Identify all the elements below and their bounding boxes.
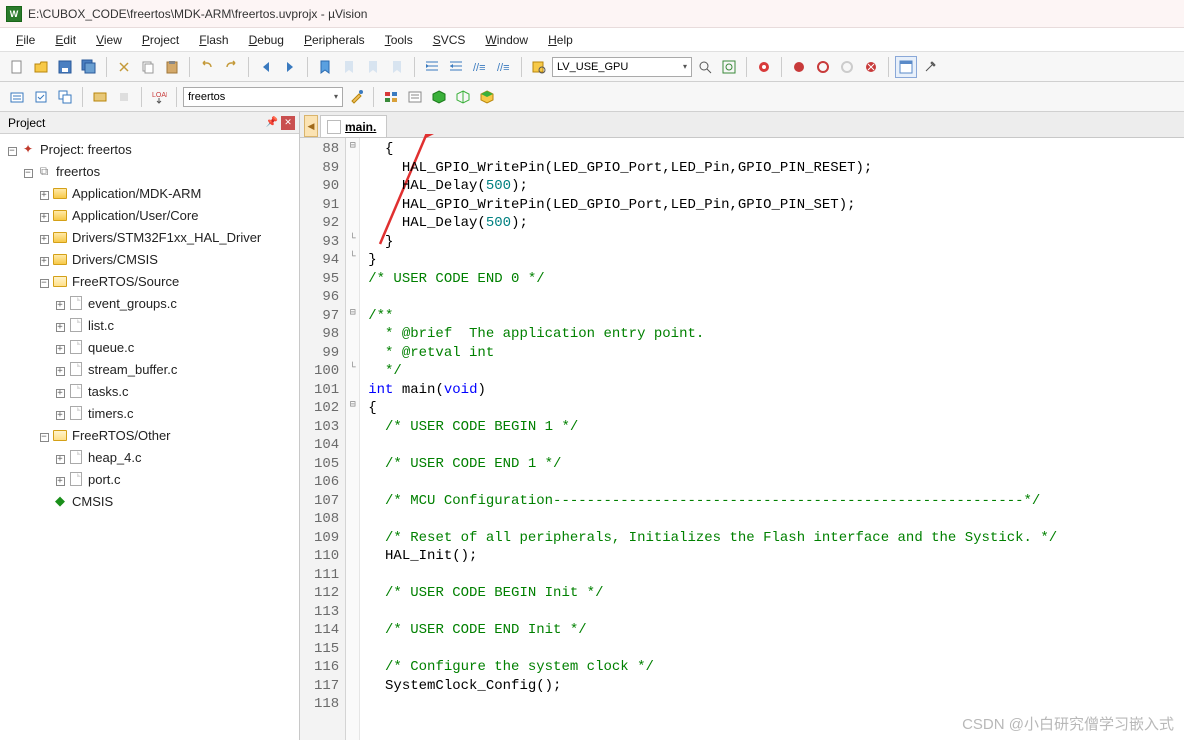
manage-multi-icon[interactable] bbox=[404, 86, 426, 108]
build-icon[interactable] bbox=[30, 86, 52, 108]
comment-icon[interactable]: //≡ bbox=[469, 56, 491, 78]
rebuild-icon[interactable] bbox=[54, 86, 76, 108]
uncomment-icon[interactable]: //≡ bbox=[493, 56, 515, 78]
tab-scroll-left[interactable]: ◀ bbox=[304, 115, 318, 137]
target-options-icon[interactable] bbox=[345, 86, 367, 108]
file-icon bbox=[327, 120, 341, 134]
editor-area: ◀ main. 88899091929394959697989910010110… bbox=[300, 112, 1184, 740]
editor-tab-bar: ◀ main. bbox=[300, 112, 1184, 138]
project-panel: Project 📌 ✕ −✦Project: freertos−⧉freerto… bbox=[0, 112, 300, 740]
menu-file[interactable]: File bbox=[8, 31, 43, 49]
menu-help[interactable]: Help bbox=[540, 31, 581, 49]
stop-build-icon[interactable] bbox=[113, 86, 135, 108]
outdent-icon[interactable] bbox=[445, 56, 467, 78]
menu-svcs[interactable]: SVCS bbox=[425, 31, 474, 49]
project-panel-header: Project 📌 ✕ bbox=[0, 112, 299, 134]
bookmark-icon[interactable] bbox=[314, 56, 336, 78]
save-icon[interactable] bbox=[54, 56, 76, 78]
toolbar-main: //≡ //≡ LV_USE_GPU▾ bbox=[0, 52, 1184, 82]
tree-item[interactable]: +port.c bbox=[2, 468, 297, 490]
manage-project-icon[interactable] bbox=[380, 86, 402, 108]
menu-view[interactable]: View bbox=[88, 31, 130, 49]
panel-title: Project bbox=[8, 116, 45, 130]
tree-item[interactable]: +tasks.c bbox=[2, 380, 297, 402]
project-tree[interactable]: −✦Project: freertos−⧉freertos+Applicatio… bbox=[0, 134, 299, 740]
menu-edit[interactable]: Edit bbox=[47, 31, 84, 49]
pin-icon[interactable]: 📌 bbox=[265, 116, 279, 130]
nav-back-icon[interactable] bbox=[255, 56, 277, 78]
tree-item[interactable]: +heap_4.c bbox=[2, 446, 297, 468]
tree-item[interactable]: +Drivers/STM32F1xx_HAL_Driver bbox=[2, 226, 297, 248]
redo-icon[interactable] bbox=[220, 56, 242, 78]
incremental-find-icon[interactable] bbox=[718, 56, 740, 78]
code-editor[interactable]: 8889909192939495969798991001011021031041… bbox=[300, 138, 1184, 740]
tree-item[interactable]: +list.c bbox=[2, 314, 297, 336]
window-title: E:\CUBOX_CODE\freertos\MDK-ARM\freertos.… bbox=[28, 7, 367, 21]
menu-project[interactable]: Project bbox=[134, 31, 187, 49]
app-icon: W bbox=[6, 6, 22, 22]
batch-build-icon[interactable] bbox=[89, 86, 111, 108]
runtime-env-icon[interactable] bbox=[476, 86, 498, 108]
config-icon[interactable] bbox=[919, 56, 941, 78]
target-combo[interactable]: freertos▾ bbox=[183, 87, 343, 107]
find-icon[interactable] bbox=[694, 56, 716, 78]
svg-text:LOAD: LOAD bbox=[152, 92, 167, 99]
tree-item[interactable]: −⧉freertos bbox=[2, 160, 297, 182]
menu-flash[interactable]: Flash bbox=[191, 31, 236, 49]
menu-window[interactable]: Window bbox=[477, 31, 536, 49]
copy-icon[interactable] bbox=[137, 56, 159, 78]
title-bar: W E:\CUBOX_CODE\freertos\MDK-ARM\freerto… bbox=[0, 0, 1184, 28]
tree-item[interactable]: +timers.c bbox=[2, 402, 297, 424]
nav-forward-icon[interactable] bbox=[279, 56, 301, 78]
menu-bar: FileEditViewProjectFlash DebugPeripherals… bbox=[0, 28, 1184, 52]
tab-label: main. bbox=[345, 120, 376, 134]
find-in-files-icon[interactable] bbox=[528, 56, 550, 78]
breakpoint-disable-icon[interactable] bbox=[836, 56, 858, 78]
tree-item[interactable]: +Drivers/CMSIS bbox=[2, 248, 297, 270]
debug-icon[interactable] bbox=[753, 56, 775, 78]
new-file-icon[interactable] bbox=[6, 56, 28, 78]
tree-item[interactable]: −✦Project: freertos bbox=[2, 138, 297, 160]
download-icon[interactable]: LOAD bbox=[148, 86, 170, 108]
editor-tab-main[interactable]: main. bbox=[320, 115, 387, 137]
tree-item[interactable]: −FreeRTOS/Source bbox=[2, 270, 297, 292]
translate-icon[interactable] bbox=[6, 86, 28, 108]
tree-item[interactable]: +queue.c bbox=[2, 336, 297, 358]
cut-icon[interactable] bbox=[113, 56, 135, 78]
bookmark-next-icon[interactable] bbox=[362, 56, 384, 78]
tree-item[interactable]: +Application/User/Core bbox=[2, 204, 297, 226]
svg-text://≡: //≡ bbox=[473, 62, 486, 74]
toolbar-build: LOAD freertos▾ bbox=[0, 82, 1184, 112]
tree-item[interactable]: +event_groups.c bbox=[2, 292, 297, 314]
menu-tools[interactable]: Tools bbox=[377, 31, 421, 49]
search-combo[interactable]: LV_USE_GPU▾ bbox=[552, 57, 692, 77]
menu-debug[interactable]: Debug bbox=[241, 31, 292, 49]
tree-item[interactable]: +Application/MDK-ARM bbox=[2, 182, 297, 204]
window-layout-icon[interactable] bbox=[895, 56, 917, 78]
tree-item[interactable]: +stream_buffer.c bbox=[2, 358, 297, 380]
svg-text://≡: //≡ bbox=[497, 62, 510, 74]
books-icon[interactable] bbox=[452, 86, 474, 108]
bookmark-prev-icon[interactable] bbox=[338, 56, 360, 78]
pack-installer-icon[interactable] bbox=[428, 86, 450, 108]
open-icon[interactable] bbox=[30, 56, 52, 78]
save-all-icon[interactable] bbox=[78, 56, 100, 78]
bookmark-clear-icon[interactable] bbox=[386, 56, 408, 78]
indent-icon[interactable] bbox=[421, 56, 443, 78]
tree-item[interactable]: −FreeRTOS/Other bbox=[2, 424, 297, 446]
breakpoint-enable-icon[interactable] bbox=[812, 56, 834, 78]
undo-icon[interactable] bbox=[196, 56, 218, 78]
menu-peripherals[interactable]: Peripherals bbox=[296, 31, 373, 49]
paste-icon[interactable] bbox=[161, 56, 183, 78]
tree-item[interactable]: ◆CMSIS bbox=[2, 490, 297, 512]
close-icon[interactable]: ✕ bbox=[281, 116, 295, 130]
breakpoint-insert-icon[interactable] bbox=[788, 56, 810, 78]
breakpoint-kill-icon[interactable] bbox=[860, 56, 882, 78]
